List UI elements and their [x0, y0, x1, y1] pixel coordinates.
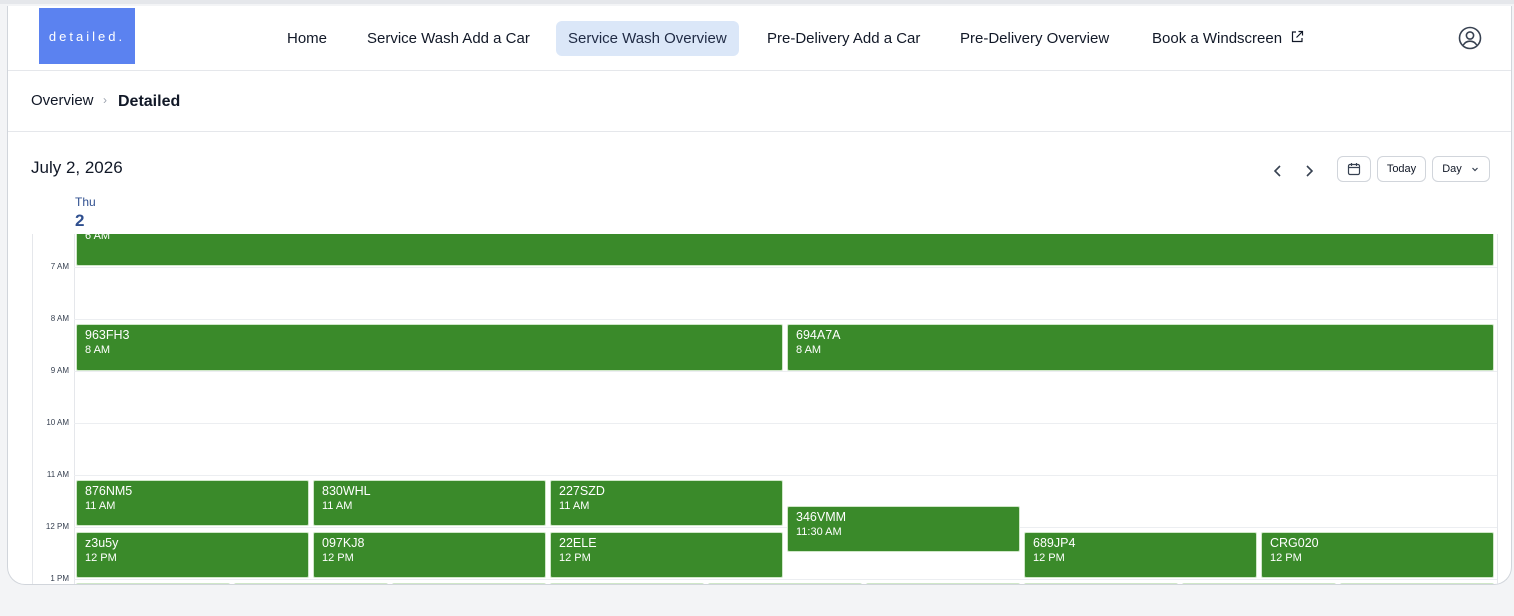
hour-line — [74, 527, 1497, 528]
event-time: 12 PM — [322, 552, 354, 564]
hour-line — [74, 475, 1497, 476]
calendar-event[interactable]: 689JP4 12 PM — [1024, 532, 1257, 578]
nav-pre-delivery-add-car[interactable]: Pre-Delivery Add a Car — [755, 21, 932, 56]
chevron-left-icon[interactable] — [1268, 161, 1288, 181]
hour-label: 8 AM — [50, 314, 69, 323]
hour-label: 9 AM — [50, 366, 69, 375]
hour-line — [74, 267, 1497, 268]
event-time: 11 AM — [322, 500, 353, 512]
event-title: 22ELE — [559, 536, 597, 550]
event-title: 227SZD — [559, 484, 605, 498]
top-nav: detailed. Home Service Wash Add a Car Se… — [8, 6, 1511, 71]
day-header-number[interactable]: 2 — [75, 211, 84, 231]
hour-label: 12 PM — [45, 522, 69, 531]
nav-home[interactable]: Home — [275, 21, 339, 56]
calendar-event[interactable] — [1340, 583, 1494, 584]
window-top-edge — [0, 0, 1514, 4]
event-title: 963FH3 — [85, 328, 130, 342]
hour-line — [74, 423, 1497, 424]
calendar-event[interactable]: 6 AM — [76, 234, 1494, 266]
nav-book-windscreen[interactable]: Book a Windscreen — [1140, 21, 1316, 56]
calendar-event[interactable] — [866, 583, 1020, 584]
event-title: 830WHL — [322, 484, 371, 498]
calendar-event[interactable] — [76, 583, 230, 584]
app-frame: detailed. Home Service Wash Add a Car Se… — [7, 6, 1512, 585]
day-time-grid[interactable]: 7 AM 8 AM 9 AM 10 AM 11 AM 12 PM 1 PM 6 … — [32, 234, 1498, 584]
breadcrumb: Overview › Detailed — [8, 71, 1511, 132]
event-time: 8 AM — [796, 344, 822, 356]
event-title: 689JP4 — [1033, 536, 1076, 550]
calendar-event[interactable]: CRG020 12 PM — [1261, 532, 1494, 578]
calendar-event[interactable]: 963FH3 8 AM — [76, 324, 783, 371]
chevron-right-icon[interactable] — [1299, 161, 1319, 181]
calendar-event[interactable]: 22ELE 12 PM — [550, 532, 783, 578]
event-title: CRG020 — [1270, 536, 1319, 550]
calendar-event[interactable] — [1182, 583, 1336, 584]
calendar-event[interactable]: 227SZD 11 AM — [550, 480, 783, 526]
event-title: 346VMM — [796, 510, 847, 524]
today-button[interactable]: Today — [1377, 156, 1426, 182]
view-select-value: Day — [1442, 163, 1462, 175]
event-time: 12 PM — [1270, 552, 1302, 564]
hour-label: 1 PM — [50, 574, 69, 583]
nav-book-windscreen-label: Book a Windscreen — [1152, 30, 1283, 47]
calendar-event[interactable] — [550, 583, 704, 584]
calendar-event[interactable]: 876NM5 11 AM — [76, 480, 309, 526]
calendar-event[interactable]: 694A7A 8 AM — [787, 324, 1494, 371]
event-time: 12 PM — [1033, 552, 1065, 564]
calendar-date-title: July 2, 2026 — [31, 158, 123, 177]
event-time: 11:30 AM — [796, 526, 842, 538]
calendar-icon — [1347, 163, 1361, 176]
time-gutter — [33, 234, 75, 584]
calendar-event[interactable] — [1024, 583, 1178, 584]
event-time: 12 PM — [85, 552, 117, 564]
calendar-event[interactable]: 346VMM 11:30 AM — [787, 506, 1020, 552]
hour-label: 11 AM — [46, 470, 69, 479]
user-account-icon[interactable] — [1458, 26, 1482, 50]
breadcrumb-current: Detailed — [118, 93, 181, 110]
event-time: 11 AM — [85, 500, 116, 512]
chevron-right-icon: › — [103, 93, 107, 107]
breadcrumb-overview[interactable]: Overview — [31, 92, 94, 109]
hour-line — [74, 319, 1497, 320]
calendar-event[interactable] — [234, 583, 388, 584]
event-time: 11 AM — [559, 500, 590, 512]
event-title: 694A7A — [796, 328, 841, 342]
nav-service-wash-overview[interactable]: Service Wash Overview — [556, 21, 739, 56]
event-time: 6 AM — [85, 234, 111, 242]
event-title: z3u5y — [85, 536, 119, 550]
date-picker-button[interactable] — [1337, 156, 1371, 182]
view-select[interactable]: Day — [1432, 156, 1490, 182]
logo[interactable]: detailed. — [39, 8, 135, 64]
hour-line — [74, 371, 1497, 372]
nav-pre-delivery-overview[interactable]: Pre-Delivery Overview — [948, 21, 1121, 56]
calendar-event[interactable] — [708, 583, 862, 584]
nav-service-wash-add-car[interactable]: Service Wash Add a Car — [355, 21, 542, 56]
hour-line — [74, 579, 1497, 580]
day-header-name: Thu — [75, 195, 96, 209]
external-link-icon — [1292, 30, 1304, 43]
calendar-event[interactable]: 830WHL 11 AM — [313, 480, 546, 526]
chevron-down-icon — [1471, 167, 1478, 172]
event-time: 12 PM — [559, 552, 591, 564]
event-title: 097KJ8 — [322, 536, 365, 550]
hour-label: 10 AM — [46, 418, 69, 427]
event-time: 8 AM — [85, 344, 111, 356]
calendar-event[interactable]: 097KJ8 12 PM — [313, 532, 546, 578]
calendar-event[interactable] — [392, 583, 546, 584]
calendar-event[interactable]: z3u5y 12 PM — [76, 532, 309, 578]
event-title: 876NM5 — [85, 484, 133, 498]
hour-label: 7 AM — [50, 262, 69, 271]
